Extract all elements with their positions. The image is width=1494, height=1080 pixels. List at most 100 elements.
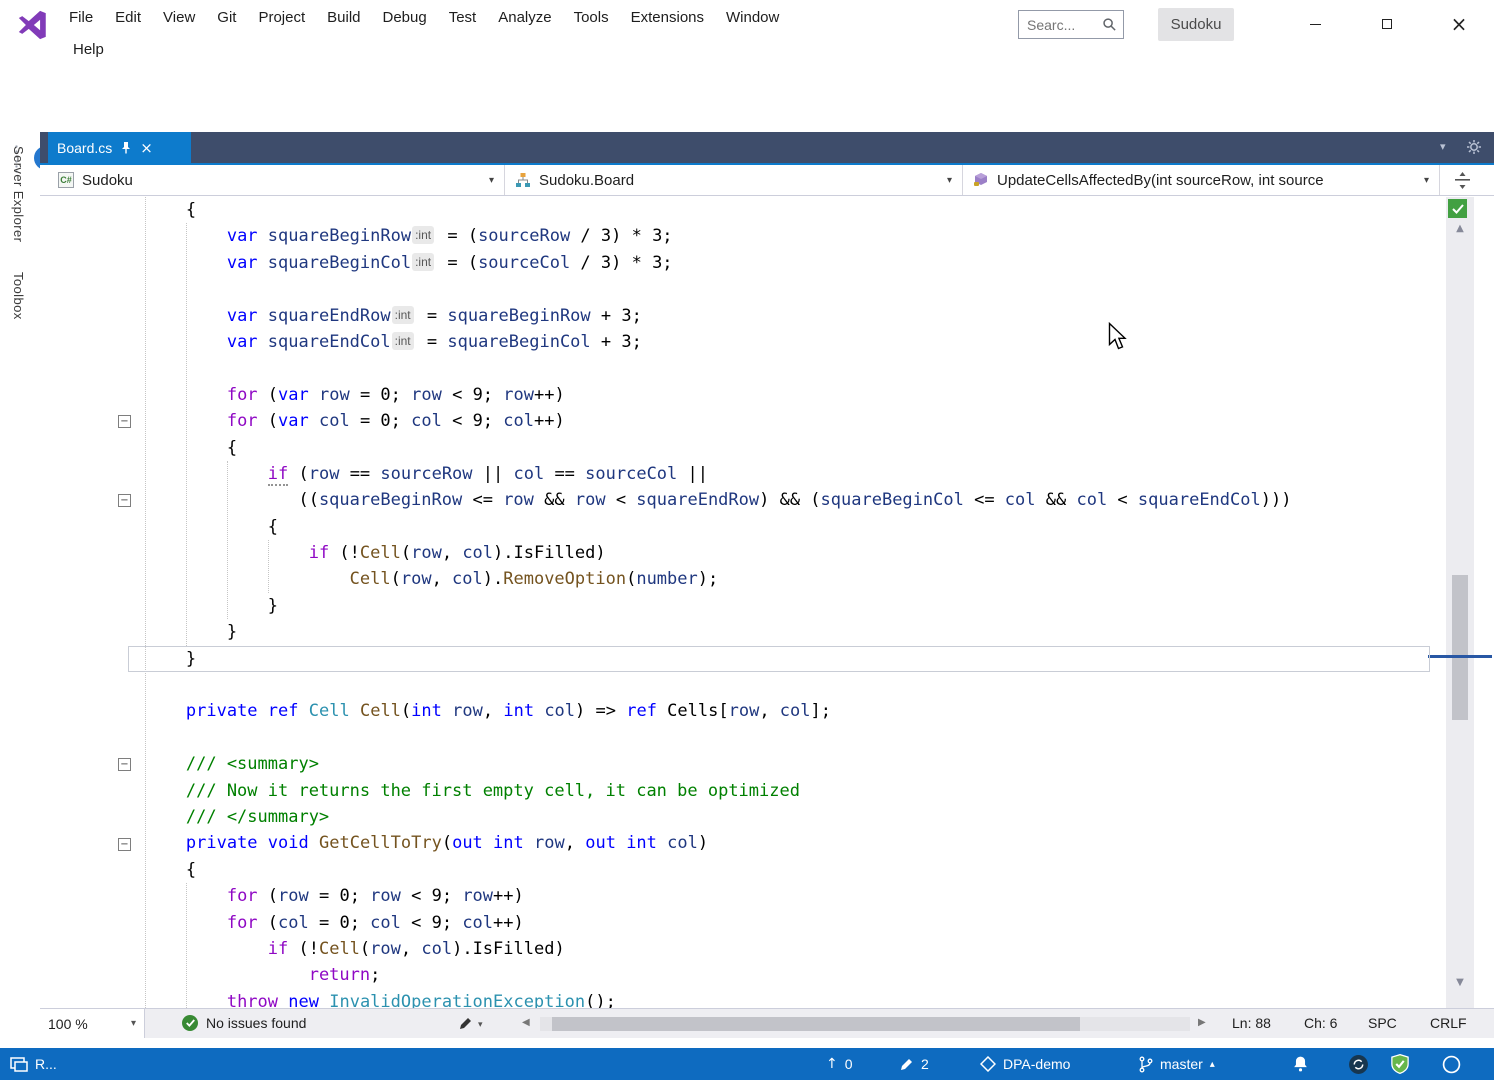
repo-name: DPA-demo <box>1003 1056 1070 1072</box>
code-line[interactable]: var squareEndCol:int = squareBeginCol + … <box>104 329 1291 355</box>
ready-status: R... <box>10 1048 57 1080</box>
vertical-scrollbar-thumb[interactable] <box>1452 575 1468 720</box>
menu-item-extensions[interactable]: Extensions <box>620 4 715 31</box>
menu-item-project[interactable]: Project <box>247 4 316 31</box>
sidebar-tab-server-explorer[interactable]: Server Explorer <box>11 146 26 242</box>
branch-button[interactable]: master ▴ <box>1138 1048 1215 1080</box>
method-icon <box>973 172 989 188</box>
outgoing-commits-button[interactable]: ↑ 0 <box>826 1048 853 1080</box>
split-editor-button[interactable] <box>1454 172 1471 189</box>
project-dropdown[interactable]: C# Sudoku ▾ <box>48 165 505 195</box>
gear-icon[interactable] <box>1466 139 1482 155</box>
type-dropdown[interactable]: Sudoku.Board ▾ <box>505 165 963 195</box>
search-input[interactable] <box>1019 17 1102 33</box>
scroll-down-icon[interactable]: ▼ <box>1446 977 1474 988</box>
sync-status-icon[interactable] <box>1348 1048 1369 1080</box>
code-line[interactable]: /// </summary> <box>104 804 1291 830</box>
code-line[interactable] <box>104 672 1291 698</box>
vertical-scrollbar[interactable]: ▲ ▼ <box>1446 197 1474 1008</box>
code-line[interactable]: } <box>104 619 1291 645</box>
code-line[interactable]: Cell(row, col).RemoveOption(number); <box>104 566 1291 592</box>
project-name: Sudoku <box>82 172 133 189</box>
code-line[interactable]: for (col = 0; col < 9; col++) <box>104 910 1291 936</box>
code-line[interactable]: for (row = 0; row < 9; row++) <box>104 883 1291 909</box>
code-line[interactable]: { <box>104 435 1291 461</box>
track-changes-pen-icon[interactable] <box>458 1017 472 1031</box>
code-line[interactable]: private ref Cell Cell(int row, int col) … <box>104 698 1291 724</box>
close-tab-icon[interactable]: × <box>140 139 153 157</box>
close-button[interactable]: × <box>1436 4 1482 44</box>
tab-board-cs[interactable]: Board.cs × <box>48 132 191 163</box>
menu-item-file[interactable]: File <box>58 4 104 31</box>
menu-item-analyze[interactable]: Analyze <box>487 4 562 31</box>
scrollbar-caret-position-marker <box>1428 655 1492 658</box>
quick-search-box[interactable] <box>1018 10 1124 39</box>
pin-icon[interactable] <box>120 141 132 154</box>
code-line[interactable] <box>104 276 1291 302</box>
code-line[interactable] <box>104 355 1291 381</box>
code-line[interactable]: ((squareBeginRow <= row && row < squareE… <box>104 487 1291 513</box>
code-line[interactable]: if (!Cell(row, col).IsFilled) <box>104 936 1291 962</box>
line-ending-indicator[interactable]: CRLF <box>1430 1015 1467 1031</box>
sidebar-tab-toolbox[interactable]: Toolbox <box>11 272 26 320</box>
fold-collapse-button[interactable]: − <box>118 758 131 771</box>
visual-studio-logo-icon <box>16 8 50 42</box>
code-line[interactable]: var squareBeginCol:int = (sourceCol / 3)… <box>104 250 1291 276</box>
line-indicator: Ln: 88 <box>1232 1015 1271 1031</box>
git-branch-icon <box>1138 1056 1153 1073</box>
ready-label: R... <box>35 1056 57 1072</box>
pen-caret-icon[interactable]: ▾ <box>478 1020 483 1030</box>
code-line[interactable]: } <box>104 593 1291 619</box>
document-health-indicator[interactable] <box>1448 199 1467 218</box>
menu-item-tools[interactable]: Tools <box>563 4 620 31</box>
tab-list-dropdown-icon[interactable]: ▾ <box>1440 140 1446 153</box>
menu-item-view[interactable]: View <box>152 4 206 31</box>
code-line[interactable]: { <box>104 514 1291 540</box>
fold-collapse-button[interactable]: − <box>118 838 131 851</box>
security-shield-icon[interactable] <box>1390 1048 1410 1080</box>
health-check-icon <box>182 1015 198 1031</box>
menu-item-build[interactable]: Build <box>316 4 371 31</box>
menu-item-edit[interactable]: Edit <box>104 4 152 31</box>
code-line[interactable]: throw new InvalidOperationException(); <box>104 989 1291 1008</box>
scroll-up-icon[interactable]: ▲ <box>1446 223 1474 234</box>
code-line[interactable]: /// <summary> <box>104 751 1291 777</box>
fold-collapse-button[interactable]: − <box>118 494 131 507</box>
code-line[interactable]: for (var col = 0; col < 9; col++) <box>104 408 1291 434</box>
notifications-bell-icon[interactable] <box>1292 1048 1309 1080</box>
health-status[interactable]: No issues found <box>182 1015 306 1031</box>
scroll-right-icon[interactable]: ▶ <box>1198 1017 1206 1028</box>
maximize-button[interactable] <box>1364 4 1410 44</box>
code-line[interactable]: { <box>104 857 1291 883</box>
code-line[interactable]: { <box>104 197 1291 223</box>
menu-item-window[interactable]: Window <box>715 4 790 31</box>
zoom-dropdown[interactable]: 100 % ▾ <box>40 1009 145 1038</box>
repository-button[interactable]: DPA-demo <box>980 1048 1070 1080</box>
fold-collapse-button[interactable]: − <box>118 415 131 428</box>
code-area[interactable]: { var squareBeginRow:int = (sourceRow / … <box>104 197 1291 1008</box>
menu-bar-row-1: File Edit View Git Project Build Debug T… <box>58 4 790 31</box>
code-line[interactable]: /// Now it returns the first empty cell,… <box>104 778 1291 804</box>
code-editor[interactable]: { var squareBeginRow:int = (sourceRow / … <box>40 197 1444 1008</box>
code-line[interactable]: return; <box>104 962 1291 988</box>
minimize-button[interactable] <box>1292 4 1338 44</box>
horizontal-scrollbar-thumb[interactable] <box>552 1017 1080 1031</box>
code-line[interactable]: var squareBeginRow:int = (sourceRow / 3)… <box>104 223 1291 249</box>
menu-item-git[interactable]: Git <box>206 4 247 31</box>
spaces-indicator[interactable]: SPC <box>1368 1015 1397 1031</box>
feedback-icon[interactable] <box>1442 1048 1461 1080</box>
code-line[interactable]: } <box>104 646 1291 672</box>
code-line[interactable]: for (var row = 0; row < 9; row++) <box>104 382 1291 408</box>
csharp-project-icon: C# <box>58 172 74 188</box>
scroll-left-icon[interactable]: ◀ <box>522 1017 530 1028</box>
code-line[interactable]: if (!Cell(row, col).IsFilled) <box>104 540 1291 566</box>
code-line[interactable]: var squareEndRow:int = squareBeginRow + … <box>104 303 1291 329</box>
member-dropdown[interactable]: UpdateCellsAffectedBy(int sourceRow, int… <box>963 165 1440 195</box>
code-line[interactable]: private void GetCellToTry(out int row, o… <box>104 830 1291 856</box>
code-line[interactable] <box>104 725 1291 751</box>
menu-item-help[interactable]: Help <box>62 36 115 63</box>
pending-edits-button[interactable]: 2 <box>900 1048 929 1080</box>
menu-item-test[interactable]: Test <box>438 4 488 31</box>
code-line[interactable]: if (row == sourceRow || col == sourceCol… <box>104 461 1291 487</box>
menu-item-debug[interactable]: Debug <box>372 4 438 31</box>
